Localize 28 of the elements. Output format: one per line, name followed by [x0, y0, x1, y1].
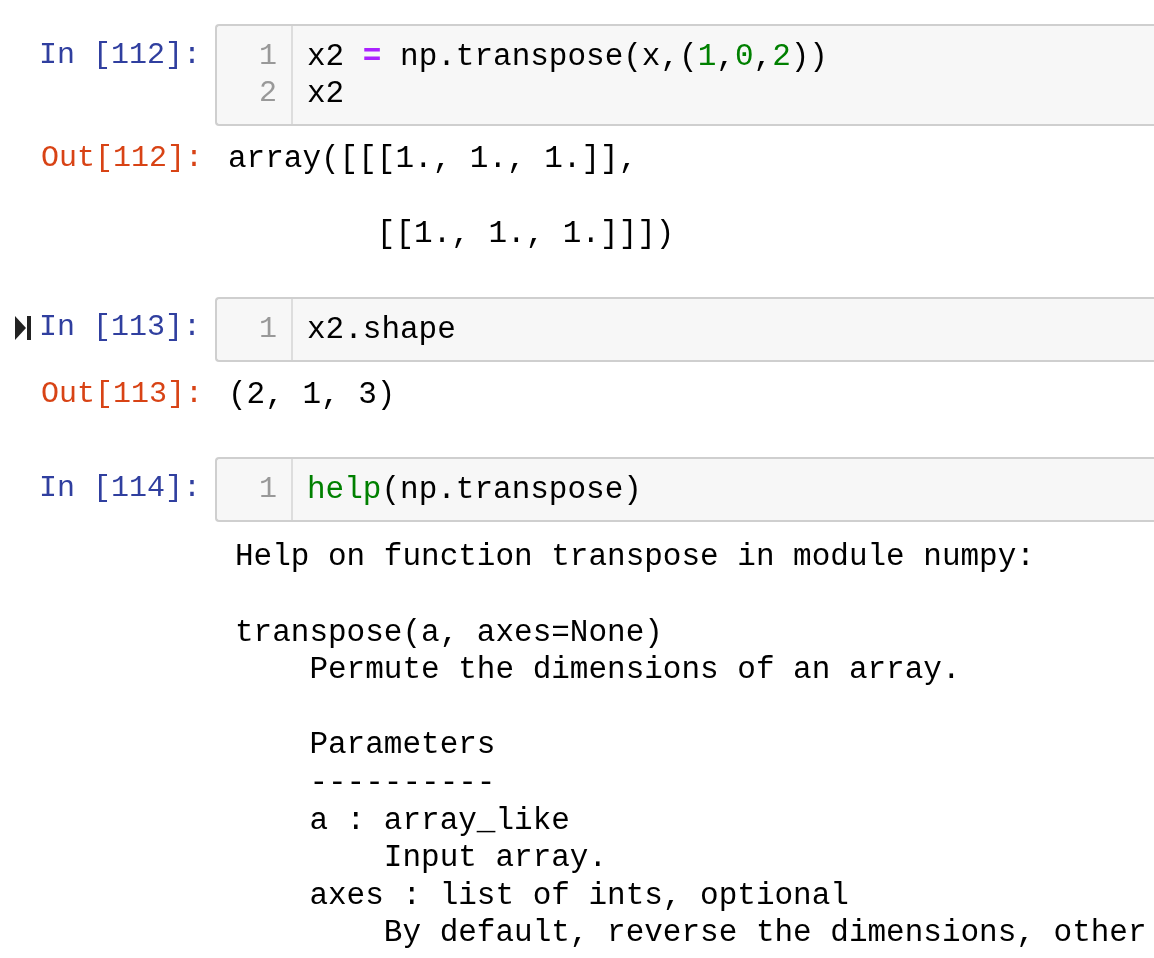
input-prompt: In [113]:	[38, 309, 201, 347]
code-line: x2 = np.transpose(x,(1,0,2))	[307, 38, 828, 75]
code-line: x2.shape	[307, 310, 456, 348]
code-line: x2	[307, 75, 346, 112]
code-input-box[interactable]: 1 help(np.transpose)	[215, 457, 1154, 523]
output-prompt: Out[113]:	[40, 375, 203, 413]
code-input-box[interactable]: 1 2 x2 = np.transpose(x,(1,0,2)) x2	[215, 24, 1154, 126]
output-line: [[1., 1., 1.]]])	[375, 215, 675, 253]
output-line: Help on function transpose in module numpy:	[235, 538, 1036, 576]
line-number: 2	[259, 75, 277, 112]
code-input-box[interactable]: 1 x2.shape	[215, 296, 1154, 362]
output-line: axes : list of ints, optional	[308, 876, 850, 915]
output-line: transpose(a, axes=None)	[235, 613, 664, 652]
code-line: help(np.transpose)	[307, 471, 642, 509]
output-prompt: Out[112]:	[40, 140, 203, 177]
output-line: (2, 1, 3)	[228, 375, 396, 414]
output-line: By default, reverse the dimensions, other	[382, 914, 1147, 952]
output-line: Parameters	[308, 726, 497, 764]
output-line: Input array.	[382, 839, 609, 877]
input-prompt: In [112]:	[38, 36, 201, 74]
output-line: ----------	[308, 763, 497, 802]
line-number: 1	[259, 471, 277, 509]
output-line: Permute the dimensions of an array.	[308, 651, 962, 689]
input-prompt: In [114]:	[38, 469, 201, 507]
output-line: array([[[1., 1., 1.]],	[228, 140, 639, 178]
output-line: a : array_like	[308, 801, 571, 840]
line-number: 1	[259, 310, 277, 348]
line-number: 1	[259, 38, 277, 75]
